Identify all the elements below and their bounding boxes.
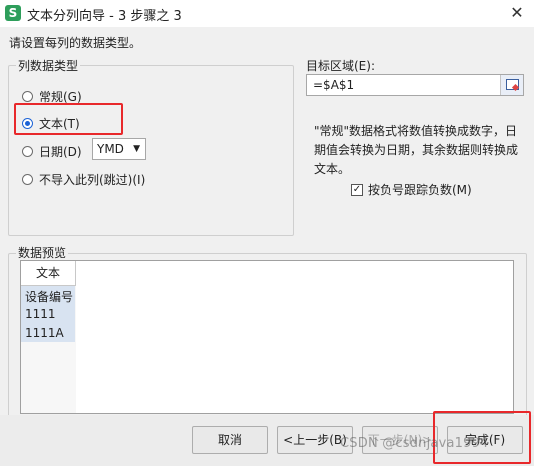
preview-column-cells[interactable]: 设备编号 1111 1111A	[21, 286, 75, 342]
radio-date-indicator[interactable]	[22, 145, 33, 157]
format-description: "常规"数据格式将数值转换成数字，日期值会转换为日期，其余数据则转换成文本。	[314, 124, 519, 176]
close-icon[interactable]: ✕	[506, 2, 528, 24]
instruction-text: 请设置每列的数据类型。	[9, 36, 142, 50]
target-input[interactable]: =$A$1	[306, 74, 524, 96]
column-type-group-title: 列数据类型	[16, 57, 81, 74]
radio-date[interactable]: 日期(D)	[22, 142, 82, 160]
preview-empty-area	[76, 261, 513, 413]
preview-area[interactable]: 文本 设备编号 1111 1111A	[20, 260, 514, 414]
radio-skip-indicator[interactable]	[22, 173, 33, 185]
radio-date-label: 日期(D)	[39, 144, 82, 159]
date-format-value: YMD	[97, 142, 124, 156]
negative-checkbox-label: 按负号跟踪负数(M)	[368, 183, 472, 197]
text-option-highlight	[14, 103, 123, 135]
preview-cell: 设备编号	[25, 290, 74, 304]
title-bar: S 文本分列向导 - 3 步骤之 3 ✕	[0, 0, 534, 28]
radio-skip[interactable]: 不导入此列(跳过)(I)	[22, 170, 145, 188]
cancel-button[interactable]: 取消	[192, 426, 268, 454]
csdn-watermark: CSDN @csdnjava1994	[340, 436, 489, 451]
target-label: 目标区域(E):	[306, 59, 375, 73]
range-picker-icon[interactable]	[500, 75, 523, 95]
radio-general-label: 常规(G)	[39, 89, 82, 104]
negative-checkbox[interactable]: ✓	[351, 183, 363, 196]
negative-checkbox-row[interactable]: ✓ 按负号跟踪负数(M)	[351, 181, 472, 198]
radio-skip-label: 不导入此列(跳过)(I)	[39, 172, 146, 187]
window-title: 文本分列向导 - 3 步骤之 3	[27, 9, 182, 24]
radio-general-indicator[interactable]	[22, 90, 33, 102]
dropdown-arrow-icon: ▼	[133, 144, 140, 154]
wps-app-icon: S	[5, 5, 21, 21]
date-format-select[interactable]: YMD ▼	[92, 138, 146, 160]
preview-group-title: 数据预览	[16, 244, 69, 261]
preview-cell: 1111A	[25, 326, 64, 340]
preview-cell: 1111	[25, 307, 56, 321]
preview-column-header[interactable]: 文本	[21, 261, 76, 286]
